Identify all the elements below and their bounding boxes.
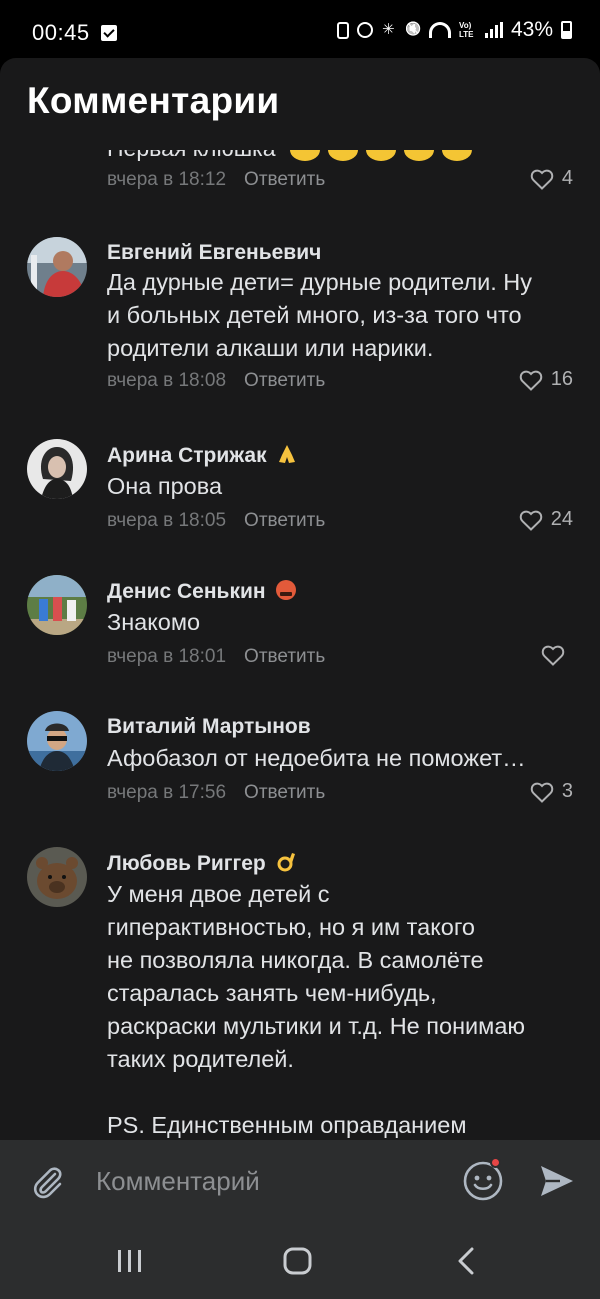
send-icon[interactable]: [538, 1162, 576, 1200]
comment-time: вчера в 18:05: [107, 510, 227, 531]
like-button[interactable]: 24: [519, 508, 573, 531]
status-time: 00:45: [32, 20, 90, 45]
comment-text: Афобазол от недоебита не поможет…: [107, 745, 526, 771]
comment-text: Она прова: [107, 473, 223, 499]
like-count: 16: [550, 368, 573, 390]
status-icons: Vo)LTE 43%: [336, 18, 572, 42]
comment-author[interactable]: Любовь Риггер: [107, 851, 298, 876]
heart-icon: [519, 370, 542, 391]
comment-text: Первая клюшка: [107, 150, 472, 162]
ok-hand-icon: [277, 853, 295, 872]
comment-meta: вчера в 18:12 Ответить: [107, 169, 325, 191]
comment-composer: [0, 1140, 600, 1223]
comment-author[interactable]: Денис Сенькин: [107, 579, 297, 604]
reply-button[interactable]: Ответить: [244, 370, 325, 391]
heart-icon: [519, 510, 542, 531]
like-count: 4: [561, 167, 573, 189]
like-button[interactable]: 4: [530, 167, 573, 190]
notification-dot: [490, 1157, 501, 1168]
avatar[interactable]: [27, 237, 87, 297]
reply-button[interactable]: Ответить: [244, 510, 325, 531]
checkbox-notification-icon: [101, 25, 117, 41]
back-icon[interactable]: [448, 1245, 488, 1277]
comment-text: У меня двое детей с гиперактивностью, но…: [107, 881, 526, 1138]
battery-percent: 43%: [510, 18, 553, 41]
alarm-icon: [356, 22, 373, 38]
like-count: 3: [561, 780, 573, 802]
comment-author[interactable]: Арина Стрижак: [107, 443, 298, 468]
heart-icon: [530, 782, 554, 803]
recents-icon[interactable]: [110, 1245, 150, 1277]
system-navbar: [0, 1223, 600, 1299]
comment-time: вчера в 18:12: [107, 169, 227, 190]
like-button[interactable]: 16: [519, 368, 573, 391]
page-title: Комментарии: [27, 80, 280, 121]
comment-meta: вчера в 18:08 Ответить: [107, 370, 325, 392]
angry-face-icon: [276, 580, 297, 600]
avatar[interactable]: [27, 711, 87, 771]
comment-meta: вчера в 17:56 Ответить: [107, 782, 325, 804]
avatar[interactable]: [27, 439, 87, 499]
signal-icon: [484, 22, 503, 38]
comment-time: вчера в 17:56: [107, 782, 227, 803]
volte-icon: Vo) LTE: [458, 21, 474, 39]
like-button[interactable]: 3: [530, 780, 573, 803]
reply-button[interactable]: Ответить: [244, 646, 325, 667]
comments-list[interactable]: Первая клюшка вчера в 18:12 Ответить 4 Ев…: [0, 150, 600, 1140]
folded-hands-icon: [279, 445, 296, 463]
comment-input[interactable]: [96, 1160, 436, 1202]
comment-text: Знакомо: [107, 609, 201, 635]
comment-text: Да дурные дети= дурные родители. Ну и бо…: [107, 269, 532, 361]
battery-saver-icon: [336, 21, 349, 39]
mute-icon: [405, 21, 421, 39]
comment-author[interactable]: Виталий Мартынов: [107, 715, 311, 739]
attach-icon[interactable]: [28, 1162, 68, 1202]
heart-icon: [530, 169, 554, 190]
comment-author[interactable]: Евгений Евгеньевич: [107, 241, 321, 265]
bluetooth-icon: [381, 20, 397, 39]
avatar[interactable]: [27, 847, 87, 907]
comment-meta: вчера в 18:01 Ответить: [107, 646, 325, 668]
header: Комментарии: [0, 58, 600, 150]
like-count: 24: [550, 508, 573, 530]
status-bar: 00:45 Vo)LTE 43%: [0, 0, 600, 58]
comment-time: вчера в 18:08: [107, 370, 227, 391]
battery-icon: [561, 21, 572, 39]
reply-button[interactable]: Ответить: [244, 782, 325, 803]
wifi-icon: [428, 22, 451, 38]
comment-time: вчера в 18:01: [107, 646, 227, 667]
reply-button[interactable]: Ответить: [244, 169, 325, 190]
comment-meta: вчера в 18:05 Ответить: [107, 510, 325, 532]
laughing-emoji-icons: [289, 150, 472, 161]
like-button[interactable]: [541, 644, 573, 666]
avatar[interactable]: [27, 575, 87, 635]
home-icon[interactable]: [278, 1245, 318, 1277]
heart-icon: [541, 645, 565, 666]
